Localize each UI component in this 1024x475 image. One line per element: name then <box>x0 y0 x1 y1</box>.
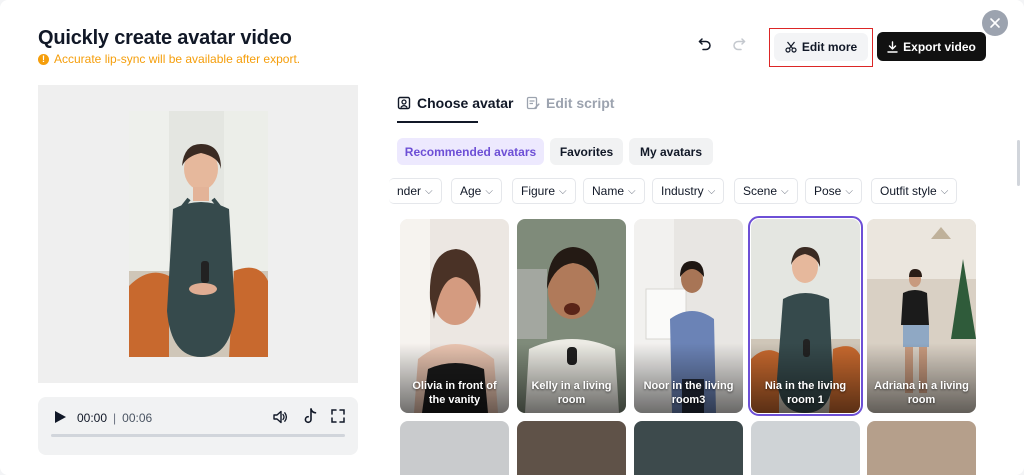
filter-label: Name <box>592 184 625 198</box>
avatar-name: Olivia in front of the vanity <box>412 380 497 406</box>
avatar-card-partial[interactable] <box>634 421 743 475</box>
filter-name[interactable]: Name ⌵ <box>583 178 645 204</box>
scrollbar-thumb[interactable] <box>1017 140 1020 186</box>
filter-scene[interactable]: Scene ⌵ <box>734 178 798 204</box>
undo-button[interactable] <box>698 37 712 56</box>
category-my-avatars[interactable]: My avatars <box>629 138 713 165</box>
close-button[interactable] <box>982 10 1008 36</box>
edit-more-button[interactable]: Edit more <box>774 33 868 61</box>
chevron-down-icon: ⌵ <box>707 185 716 197</box>
filter-gender[interactable]: nder ⌵ <box>389 178 442 204</box>
filter-label: Age <box>460 184 482 198</box>
page-title: Quickly create avatar video <box>38 27 292 49</box>
filter-label: Figure <box>521 184 556 198</box>
tab-choose-avatar-label: Choose avatar <box>417 95 514 111</box>
avatar-preview-image <box>129 111 268 357</box>
time-display: 00:00 | 00:06 <box>77 411 152 425</box>
category-recommended[interactable]: Recommended avatars <box>397 138 544 165</box>
tiktok-icon[interactable] <box>303 408 317 425</box>
download-icon <box>887 40 898 53</box>
filter-label: Industry <box>661 184 704 198</box>
filter-pose[interactable]: Pose ⌵ <box>805 178 862 204</box>
fullscreen-icon[interactable] <box>331 409 345 423</box>
avatar-card[interactable]: Kelly in a living room <box>517 219 626 413</box>
current-time: 00:00 <box>77 411 108 425</box>
filter-outfit-style[interactable]: Outfit style ⌵ <box>871 178 958 204</box>
avatar-name: Adriana in a living room <box>874 380 969 406</box>
script-tab-icon <box>526 96 540 110</box>
undo-icon <box>698 38 711 51</box>
avatar-card-partial[interactable] <box>517 421 626 475</box>
chevron-down-icon: ⌵ <box>559 185 567 197</box>
avatar-card[interactable]: Adriana in a living room <box>867 219 976 413</box>
avatar-card-selected[interactable]: Nia in the living room 1 <box>748 216 863 416</box>
tab-edit-script[interactable]: Edit script <box>526 95 614 111</box>
category-favorites[interactable]: Favorites <box>550 138 623 165</box>
duration: 00:06 <box>122 411 153 425</box>
video-player-controls: 00:00 | 00:06 <box>38 397 358 455</box>
avatar-video-modal: Quickly create avatar video ! Accurate l… <box>0 0 1024 475</box>
edit-more-label: Edit more <box>801 40 858 54</box>
filter-industry[interactable]: Industry ⌵ <box>652 178 725 204</box>
chevron-down-icon: ⌵ <box>781 185 789 197</box>
chevron-down-icon: ⌵ <box>940 185 949 197</box>
scissors-icon <box>785 41 797 53</box>
chevron-down-icon: ⌵ <box>425 185 433 197</box>
video-preview <box>38 85 358 383</box>
avatar-name: Noor in the living room3 <box>643 380 734 406</box>
avatar-name: Nia in the living room 1 <box>764 380 847 406</box>
avatar-card[interactable]: Noor in the living room3 <box>634 219 743 413</box>
avatar-figure <box>129 111 268 357</box>
tab-choose-avatar[interactable]: Choose avatar <box>397 95 513 111</box>
export-video-button[interactable]: Export video <box>877 32 986 61</box>
play-icon[interactable] <box>53 410 67 424</box>
filter-bar: nder ⌵ Age ⌵ Figure ⌵ Name ⌵ Industry ⌵ Scene… <box>389 178 999 205</box>
tab-edit-script-label: Edit script <box>546 95 615 111</box>
avatar-card-partial[interactable] <box>400 421 509 475</box>
time-separator: | <box>113 411 117 425</box>
redo-button[interactable] <box>732 37 746 56</box>
close-icon <box>990 18 1000 28</box>
avatar-card[interactable]: Olivia in front of the vanity <box>400 219 509 413</box>
chevron-down-icon: ⌵ <box>485 185 493 197</box>
avatar-tab-icon <box>397 96 411 110</box>
filter-label: nder <box>397 184 422 198</box>
filter-label: Outfit style <box>880 184 937 198</box>
filter-label: Pose <box>814 184 842 198</box>
chevron-down-icon: ⌵ <box>845 185 853 197</box>
avatar-card-partial[interactable] <box>867 421 976 475</box>
filter-label: Scene <box>743 184 778 198</box>
filter-age[interactable]: Age ⌵ <box>451 178 502 204</box>
avatar-card-partial[interactable] <box>751 421 860 475</box>
filter-figure[interactable]: Figure ⌵ <box>512 178 576 204</box>
redo-icon <box>733 38 746 51</box>
progress-track[interactable] <box>51 434 345 437</box>
lip-sync-notice: ! Accurate lip-sync will be available af… <box>38 52 300 66</box>
export-label: Export video <box>903 39 976 54</box>
notice-text: Accurate lip-sync will be available afte… <box>54 52 301 66</box>
avatar-name: Kelly in a living room <box>531 380 612 406</box>
volume-icon[interactable] <box>272 409 288 425</box>
chevron-down-icon: ⌵ <box>628 185 636 197</box>
warning-icon: ! <box>38 53 49 65</box>
active-tab-indicator <box>397 121 478 123</box>
